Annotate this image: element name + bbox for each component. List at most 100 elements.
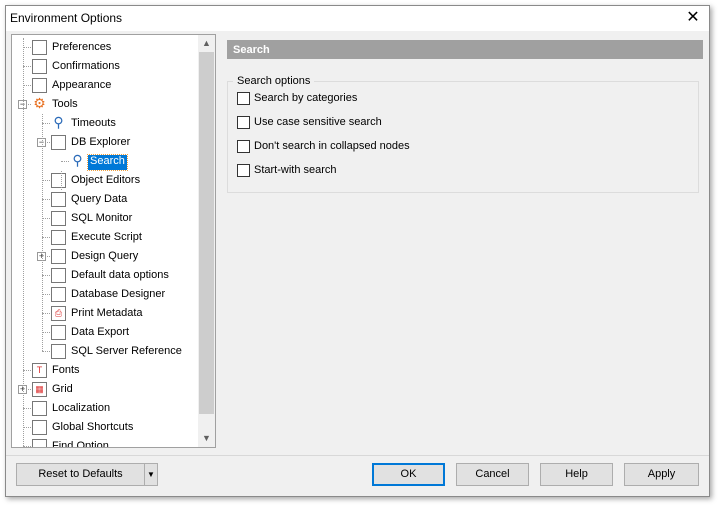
tree-item[interactable]: − DB Explorer xyxy=(12,133,199,152)
checkbox-label: Don't search in collapsed nodes xyxy=(254,140,410,152)
localization-icon xyxy=(32,401,47,416)
tree-item[interactable]: T Fonts xyxy=(12,361,199,380)
tree-item[interactable]: Default data options xyxy=(12,266,199,285)
sql-monitor-icon xyxy=(51,211,66,226)
tree-item[interactable]: Execute Script xyxy=(12,228,199,247)
ok-button[interactable]: OK xyxy=(372,463,445,486)
reset-label: Reset to Defaults xyxy=(38,468,123,480)
db-explorer-icon xyxy=(51,135,66,150)
default-data-options-icon xyxy=(51,268,66,283)
tree-item[interactable]: SQL Monitor xyxy=(12,209,199,228)
tree-item[interactable]: Global Shortcuts xyxy=(12,418,199,437)
tree-item[interactable]: Localization xyxy=(12,399,199,418)
tree-item-label: Global Shortcuts xyxy=(52,421,134,433)
confirmations-icon xyxy=(32,59,47,74)
tree-item-label: Execute Script xyxy=(71,231,142,243)
checkbox[interactable] xyxy=(237,140,250,153)
tree-item[interactable]: ⎙ Print Metadata xyxy=(12,304,199,323)
scroll-down-icon[interactable]: ▼ xyxy=(198,430,215,447)
environment-options-dialog: Environment Options ✕ ▲ ▼ Preferences Con… xyxy=(5,5,710,497)
sql-server-reference-icon xyxy=(51,344,66,359)
options-tree[interactable]: ▲ ▼ Preferences Confirmations Appearance − ⚙… xyxy=(11,34,216,448)
tree-item-label: Find Option xyxy=(52,440,109,448)
option-checkbox[interactable]: Don't search in collapsed nodes xyxy=(237,139,487,155)
checkbox[interactable] xyxy=(237,92,250,105)
tree-item[interactable]: Object Editors xyxy=(12,171,199,190)
object-editors-icon xyxy=(51,173,66,188)
checkbox[interactable] xyxy=(237,116,250,129)
tree-item[interactable]: ⚲ Search xyxy=(12,152,199,171)
query-data-icon xyxy=(51,192,66,207)
checkbox-label: Search by categories xyxy=(254,92,358,104)
tree-item-label: Confirmations xyxy=(52,60,120,72)
appearance-icon xyxy=(32,78,47,93)
tree-item-label: Preferences xyxy=(52,41,112,53)
tree-item[interactable]: Data Export xyxy=(12,323,199,342)
tree-item-label: Query Data xyxy=(71,193,128,205)
tree-item-label: Database Designer xyxy=(71,288,166,300)
find-option-icon xyxy=(32,439,47,447)
cancel-button[interactable]: Cancel xyxy=(456,463,529,486)
help-label: Help xyxy=(565,468,588,480)
tree-connector xyxy=(23,38,24,447)
checkbox[interactable] xyxy=(237,164,250,177)
tree-item[interactable]: Find Option xyxy=(12,437,199,448)
tree-item-label: SQL Monitor xyxy=(71,212,133,224)
tree-item-label: SQL Server Reference xyxy=(71,345,182,357)
divider xyxy=(6,455,709,456)
option-checkbox[interactable]: Search by categories xyxy=(237,91,487,107)
tree-item[interactable]: − ⚙ Tools xyxy=(12,95,199,114)
tree-scrollbar[interactable]: ▲ ▼ xyxy=(198,35,215,447)
design-query-icon xyxy=(51,249,66,264)
tree-item-label: Localization xyxy=(52,402,111,414)
tree-item[interactable]: ⚲ Timeouts xyxy=(12,114,199,133)
apply-label: Apply xyxy=(647,468,676,480)
tree-item-label: Design Query xyxy=(71,250,139,262)
window-title: Environment Options xyxy=(10,11,123,25)
tree-item-label: Grid xyxy=(52,383,73,395)
tree-item-label: Fonts xyxy=(52,364,80,376)
database-designer-icon xyxy=(51,287,66,302)
timeouts-icon: ⚲ xyxy=(51,115,66,131)
page-title: Search xyxy=(227,40,703,59)
tree-item[interactable]: Preferences xyxy=(12,38,199,57)
scroll-up-icon[interactable]: ▲ xyxy=(198,35,215,52)
checkbox-label: Use case sensitive search xyxy=(254,116,382,128)
option-checkbox[interactable]: Start-with search xyxy=(237,163,487,179)
checkbox-label: Start-with search xyxy=(254,164,337,176)
scroll-thumb[interactable] xyxy=(199,52,214,414)
cancel-label: Cancel xyxy=(475,468,510,480)
tree-item-label: Data Export xyxy=(71,326,130,338)
tree-item[interactable]: + Design Query xyxy=(12,247,199,266)
execute-script-icon xyxy=(51,230,66,245)
group-title: Search options xyxy=(233,75,315,87)
tree-item-label: Timeouts xyxy=(71,117,116,129)
reset-to-defaults-button[interactable]: Reset to Defaults xyxy=(16,463,145,486)
tree-item[interactable]: Appearance xyxy=(12,76,199,95)
tree-item-label: Default data options xyxy=(71,269,169,281)
tree-item-label: Appearance xyxy=(52,79,112,91)
reset-dropdown-button[interactable]: ▼ xyxy=(144,463,158,486)
option-checkbox[interactable]: Use case sensitive search xyxy=(237,115,487,131)
global-shortcuts-icon xyxy=(32,420,47,435)
fonts-icon: T xyxy=(32,363,47,378)
tree-item-label: Object Editors xyxy=(71,174,141,186)
search-icon: ⚲ xyxy=(70,153,85,169)
help-button[interactable]: Help xyxy=(540,463,613,486)
tree-item[interactable]: Database Designer xyxy=(12,285,199,304)
title-bar: Environment Options ✕ xyxy=(6,6,709,31)
chevron-down-icon: ▼ xyxy=(147,470,155,479)
tree-item[interactable]: Confirmations xyxy=(12,57,199,76)
tree-connector xyxy=(42,114,43,351)
grid-icon: ▦ xyxy=(32,382,47,397)
close-icon[interactable]: ✕ xyxy=(683,8,703,28)
tree-item-label: Print Metadata xyxy=(71,307,143,319)
tree-item[interactable]: Query Data xyxy=(12,190,199,209)
apply-button[interactable]: Apply xyxy=(624,463,699,486)
tree-item[interactable]: + ▦ Grid xyxy=(12,380,199,399)
data-export-icon xyxy=(51,325,66,340)
ok-label: OK xyxy=(400,468,417,480)
preferences-icon xyxy=(32,40,47,55)
printer-icon: ⎙ xyxy=(51,306,66,321)
tree-item[interactable]: SQL Server Reference xyxy=(12,342,199,361)
